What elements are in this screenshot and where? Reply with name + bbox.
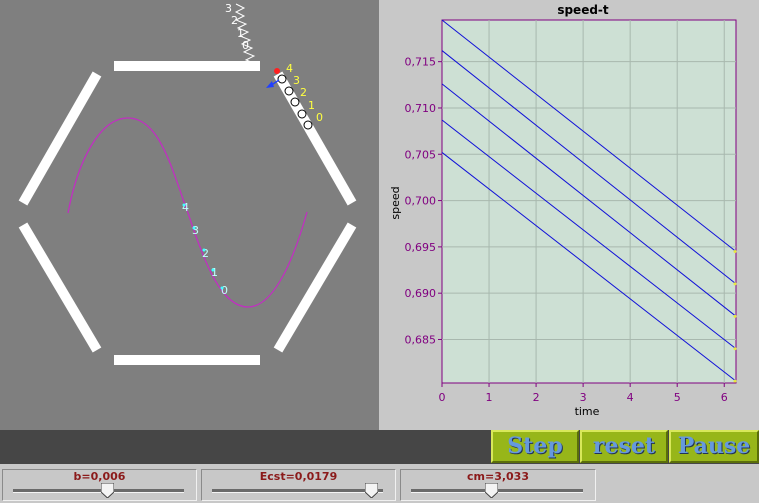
curve-label-4: 4: [182, 201, 189, 214]
speed-time-plot-panel: speed-t 0,685 0,690 0,695 0,700 0,705 0,710 0,…: [379, 0, 759, 430]
particle: [303, 120, 313, 130]
series-end-point: [733, 379, 737, 383]
slider-cm-thumb[interactable]: [485, 483, 499, 498]
x-tick-label: 0: [439, 391, 446, 404]
curve-point: [202, 248, 206, 252]
wall-label-4: 4: [286, 62, 293, 75]
wall-upper-left: [18, 71, 102, 206]
wall-lower-left: [18, 222, 102, 353]
x-tick-label: 4: [627, 391, 634, 404]
particle: [284, 86, 294, 96]
plot-area: [441, 19, 737, 384]
y-tick-label: 0,715: [405, 56, 437, 69]
slider-cm-label: cm=3,033: [467, 470, 529, 483]
slider-ecst-label: Ecst=0,0179: [259, 470, 338, 483]
top-label-2: 2: [231, 14, 238, 27]
series-end-point: [733, 347, 737, 351]
series-end-point: [733, 250, 737, 254]
x-tick-label: 2: [533, 391, 540, 404]
wall-lower-right: [273, 222, 357, 353]
curve-point: [192, 226, 196, 230]
simulation-drawing: 3 2 1 0 4 3 2 1 0 4 3 2 1 0: [18, 2, 357, 365]
x-tick-label: 3: [580, 391, 587, 404]
particle: [277, 74, 287, 84]
curve-point: [220, 286, 224, 290]
step-button[interactable]: Step: [491, 430, 579, 463]
y-tick-label: 0,695: [405, 241, 437, 254]
slider-b-label: b=0,006: [73, 470, 126, 483]
series-end-point: [733, 314, 737, 318]
slider-b-thumb[interactable]: [100, 483, 114, 498]
wall-label-3: 3: [293, 74, 300, 87]
series-end-point: [733, 282, 737, 286]
slider-ecst-thumb[interactable]: [364, 483, 378, 498]
y-ticks: 0,685 0,690 0,695 0,700 0,705 0,710 0,715: [405, 56, 442, 346]
x-ticks: 0 1 2 3 4 5 6: [439, 383, 728, 404]
velocity-arrow: [266, 79, 280, 88]
wall-label-1: 1: [308, 99, 315, 112]
curve-label-1: 1: [211, 266, 218, 279]
slider-b[interactable]: b=0,006: [2, 469, 197, 501]
wall-label-2: 2: [300, 86, 307, 99]
speed-time-chart: speed-t 0,6850,6900,6950,7000,7050,7100,…: [389, 3, 737, 418]
y-axis-label: speed: [389, 186, 402, 219]
curve-label-0: 0: [221, 284, 228, 297]
y-tick-label: 0,700: [405, 195, 437, 208]
chart-title: speed-t: [557, 3, 609, 17]
y-tick-label: 0,685: [405, 333, 437, 346]
reset-button[interactable]: reset: [580, 430, 668, 463]
slider-b-track[interactable]: [13, 489, 184, 493]
simulation-canvas[interactable]: 3 2 1 0 4 3 2 1 0 4 3 2 1 0: [0, 0, 379, 430]
particle: [297, 109, 307, 119]
wall-label-0: 0: [316, 111, 323, 124]
particle: [290, 97, 300, 107]
red-marker: [274, 68, 280, 74]
slider-ecst[interactable]: Ecst=0,0179: [201, 469, 396, 501]
curve-point: [211, 268, 215, 272]
x-tick-label: 6: [721, 391, 728, 404]
curve-point: [182, 203, 186, 207]
slider-cm[interactable]: cm=3,033: [400, 469, 596, 501]
top-label-0: 0: [242, 39, 249, 52]
pause-button[interactable]: Pause: [669, 430, 759, 463]
x-tick-label: 5: [674, 391, 681, 404]
slider-ecst-track[interactable]: [212, 489, 383, 493]
y-tick-label: 0,710: [405, 102, 437, 115]
x-axis-label: time: [575, 405, 600, 418]
curve-label-3: 3: [192, 224, 199, 237]
y-tick-label: 0,690: [405, 287, 437, 300]
x-tick-label: 1: [486, 391, 493, 404]
y-tick-label: 0,705: [405, 148, 437, 161]
slider-row: b=0,006 Ecst=0,0179 cm=3,033: [0, 464, 759, 503]
